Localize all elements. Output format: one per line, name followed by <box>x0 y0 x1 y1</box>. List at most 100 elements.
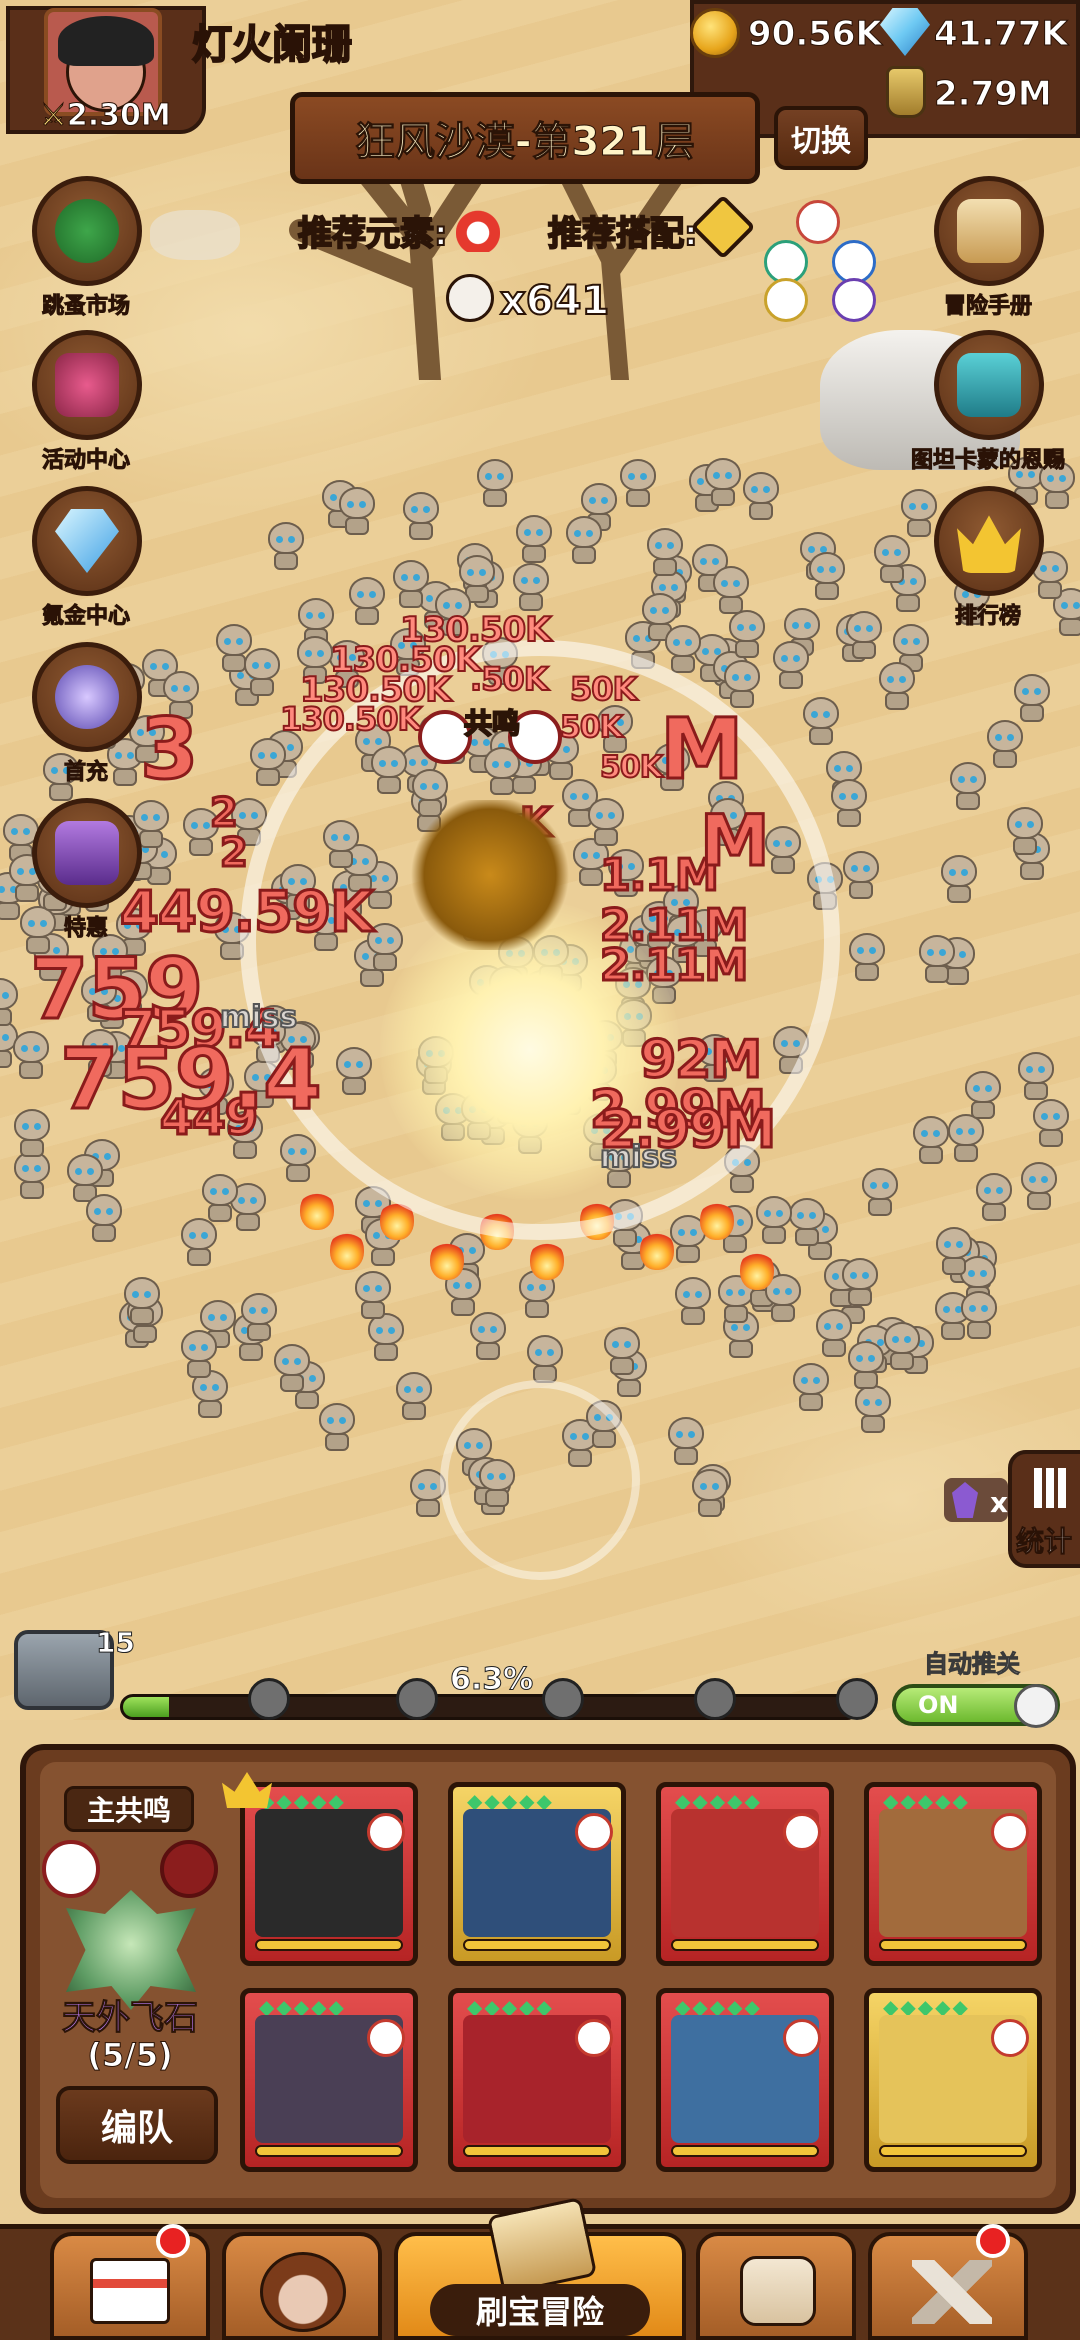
mummy-enemy <box>858 1168 902 1218</box>
shop-icon <box>90 2258 170 2324</box>
mummy-enemy <box>932 1227 976 1277</box>
event-center-label: 活动中心 <box>41 448 130 474</box>
mummy-enemy <box>9 1031 53 1081</box>
stage-title: 狂风沙漠-第321层 <box>290 92 760 184</box>
recommend-element-label: 推荐元素: <box>297 213 449 255</box>
notification-dot <box>156 2224 190 2258</box>
mummy-enemy <box>725 610 769 660</box>
element-badge-icon <box>991 1813 1029 1851</box>
element-badge-icon <box>783 2019 821 2057</box>
mummy-enemy <box>82 1194 126 1244</box>
miss-text: miss <box>599 1139 678 1176</box>
mummy-enemy <box>237 1293 281 1343</box>
element-badge-icon <box>367 1813 405 1851</box>
mummy-enemy <box>10 1109 54 1159</box>
hero-card-3[interactable]: ◆◆◆◆◆ <box>656 1782 834 1966</box>
mummy-enemy <box>351 1271 395 1321</box>
hero-card-5[interactable]: ◆◆◆◆◆ <box>240 1988 418 2172</box>
stage-progress-bar <box>120 1694 860 1720</box>
flea-market-label: 跳蚤市场 <box>41 294 130 320</box>
hero-card-8[interactable]: ◆◆◆◆◆ <box>864 1988 1042 2172</box>
hero-tab[interactable] <box>222 2232 382 2340</box>
mummy-enemy <box>870 535 914 585</box>
leaderboard-button[interactable] <box>934 486 1044 596</box>
damage-number: 2.11M <box>598 939 749 993</box>
potion-amount: 2.79M <box>934 74 1053 115</box>
progress-percent: 6.3% <box>449 1662 534 1698</box>
mummy-enemy <box>805 552 849 602</box>
mummy-enemy <box>688 1469 732 1519</box>
mummy-enemy <box>1029 1099 1073 1149</box>
auto-push-label: 自动推关 <box>924 1650 1021 1679</box>
first-recharge-button[interactable] <box>32 642 142 752</box>
mummy-enemy <box>562 516 606 566</box>
recharge-center-button[interactable] <box>32 486 142 596</box>
special-offer-button[interactable] <box>32 798 142 908</box>
notification-dot <box>976 2224 1010 2258</box>
hero-icon <box>260 2252 346 2332</box>
move-joystick[interactable] <box>440 1380 640 1580</box>
adventure-handbook-button[interactable] <box>934 176 1044 286</box>
damage-number: 759.4 <box>59 1029 324 1130</box>
progress-fill <box>123 1697 170 1717</box>
fire-effect <box>700 1200 734 1240</box>
formation-button[interactable]: 编队 <box>56 2086 218 2164</box>
bar-chart-icon <box>1034 1468 1068 1508</box>
chest-count: 15 <box>96 1626 136 1660</box>
mummy-enemy <box>392 1372 436 1422</box>
event-center-button[interactable] <box>32 330 142 440</box>
mummy-enemy <box>845 933 889 983</box>
damage-number: 50K <box>569 669 638 709</box>
main-resonance-tag: 主共鸣 <box>64 1786 194 1832</box>
tutankhamun-gift-button[interactable] <box>934 330 1044 440</box>
mummy-enemy <box>851 1385 895 1435</box>
avatar-hair <box>58 16 154 66</box>
diamond-amount: 41.77K <box>934 14 1069 55</box>
fire-effect <box>330 1230 364 1270</box>
recharge-center-label: 氪金中心 <box>41 604 130 630</box>
scroll-icon <box>957 199 1021 263</box>
mummy-enemy <box>120 1277 164 1327</box>
damage-number: M <box>659 699 746 800</box>
potion-jar-icon <box>886 66 926 118</box>
adventure-tab-label: 刷宝冒险 <box>430 2284 650 2336</box>
miss-text: miss <box>219 999 298 1036</box>
key-icon <box>396 1678 438 1720</box>
hero-card-4[interactable]: ◆◆◆◆◆ <box>864 1782 1042 1966</box>
hero-card-1[interactable]: ◆◆◆◆◆ <box>240 1782 418 1966</box>
hero-energy-bar <box>255 1939 403 1951</box>
damage-number: 50K <box>599 749 664 786</box>
hero-card-2[interactable]: ◆◆◆◆◆ <box>448 1782 626 1966</box>
fire-effect <box>740 1250 774 1290</box>
mummy-enemy <box>909 1116 953 1166</box>
damage-number: 2 <box>219 829 250 878</box>
hero-energy-bar <box>879 1939 1027 1951</box>
hero-energy-bar <box>463 1939 611 1951</box>
dark-element-icon <box>832 278 876 322</box>
mummy-enemy <box>983 720 1027 770</box>
mummy-enemy <box>812 1309 856 1359</box>
bag-tab[interactable] <box>696 2232 856 2340</box>
switch-stage-button[interactable]: 切换 <box>774 106 868 170</box>
mummy-enemy <box>1014 1052 1058 1102</box>
flea-market-button[interactable] <box>32 176 142 286</box>
statistics-label: 统计 <box>1015 1525 1073 1559</box>
hero-energy-bar <box>671 1939 819 1951</box>
key-icon <box>694 1678 736 1720</box>
element-badge-icon <box>783 1813 821 1851</box>
bag-icon <box>740 2256 816 2326</box>
mummy-enemy <box>1003 807 1047 857</box>
mummy-enemy <box>1017 1162 1061 1212</box>
mummy-enemy <box>616 459 660 509</box>
treasure-chest-icon <box>957 353 1021 417</box>
mummy-enemy <box>246 738 290 788</box>
adventure-handbook-label: 冒险手册 <box>943 294 1032 320</box>
mummy-enemy <box>842 611 886 661</box>
crown-icon <box>957 515 1021 573</box>
auto-push-toggle[interactable]: ON <box>892 1684 1060 1728</box>
hero-card-6[interactable]: ◆◆◆◆◆ <box>448 1988 626 2172</box>
damage-number: .50K <box>469 659 550 699</box>
hero-card-7[interactable]: ◆◆◆◆◆ <box>656 1988 834 2172</box>
gold-amount: 90.56K <box>748 14 883 55</box>
leaderboard-label: 排行榜 <box>954 604 1021 630</box>
